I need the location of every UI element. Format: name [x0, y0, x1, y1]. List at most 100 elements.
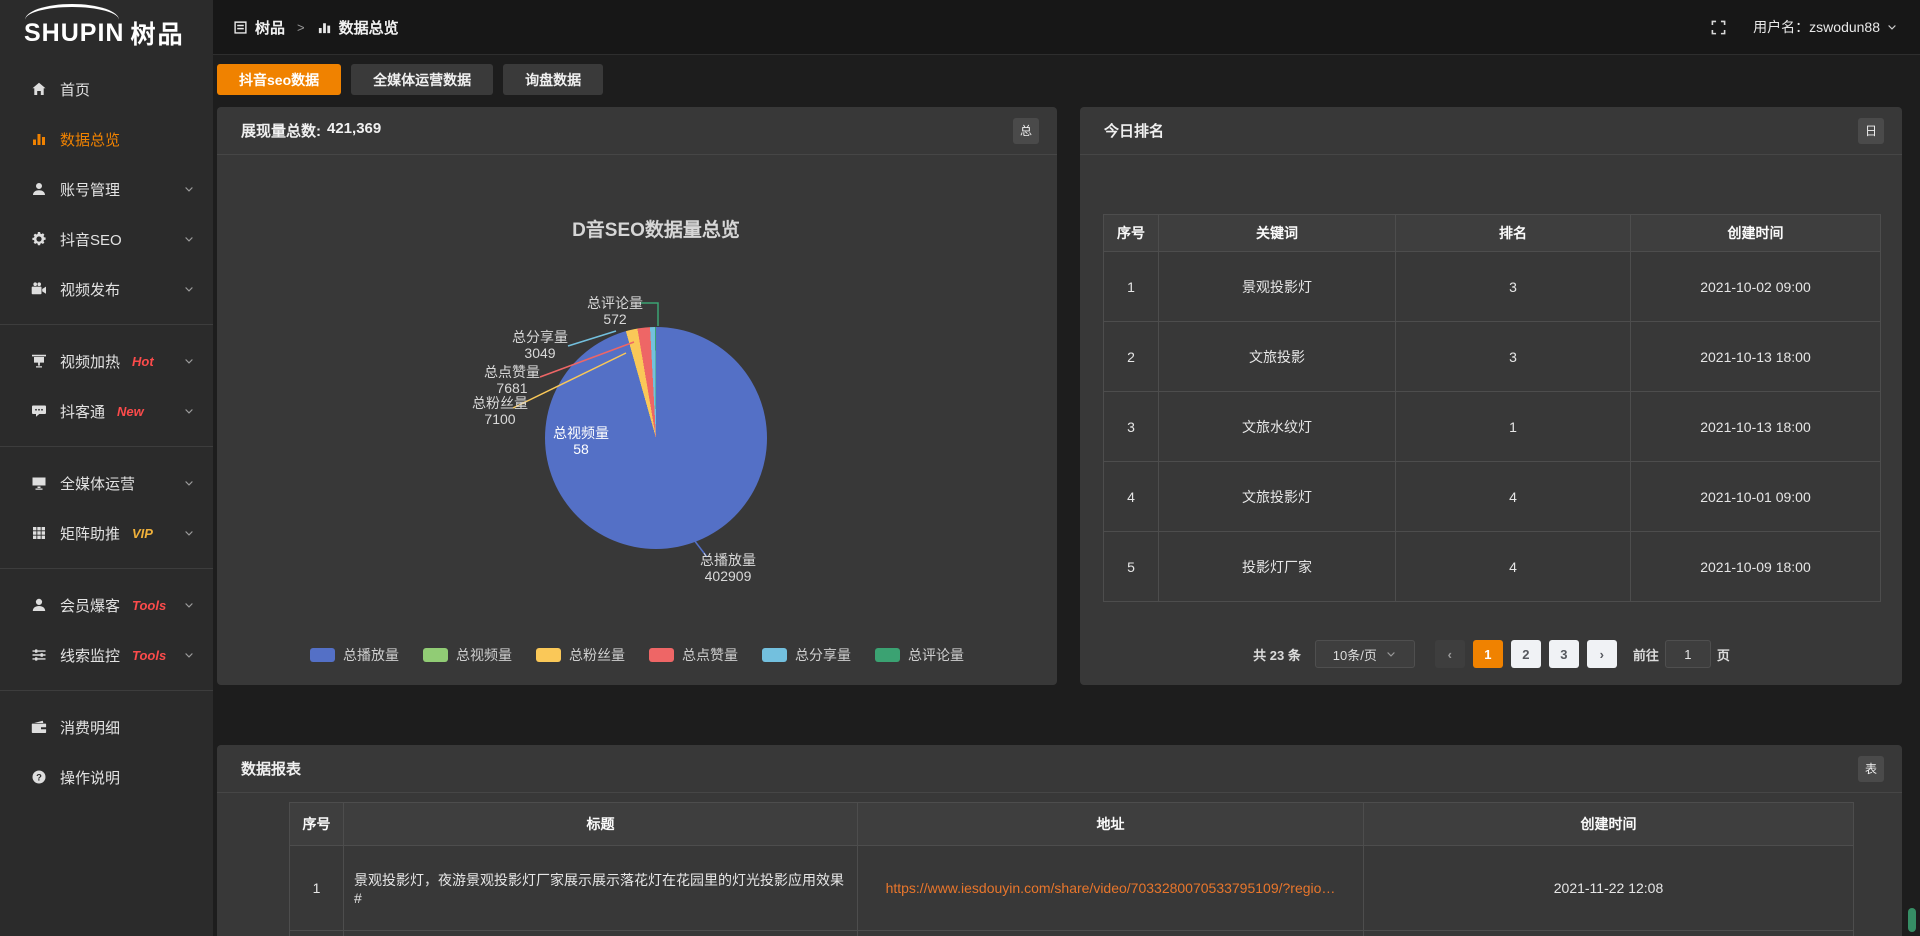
page-button-3[interactable]: 3	[1549, 640, 1579, 668]
legend-item-总播放量[interactable]: 总播放量	[310, 645, 399, 665]
table-cell: 2021-10-02 09:00	[1631, 252, 1881, 322]
table-cell: 2021-10-13 18:00	[1631, 322, 1881, 392]
legend-item-总分享量[interactable]: 总分享量	[762, 645, 851, 665]
column-header-关键词: 关键词	[1159, 215, 1396, 252]
table-cell: 2021-10-13 18:00	[1631, 392, 1881, 462]
chevron-down-icon	[183, 183, 195, 195]
logo-text-en: SHUPIN	[24, 19, 124, 48]
table-cell: 文旅水纹灯	[1159, 392, 1396, 462]
sidebar-badge-VIP: VIP	[132, 526, 153, 541]
chevron-down-icon	[1385, 648, 1397, 660]
sidebar-item-label: 数据总览	[60, 129, 120, 150]
sidebar-divider	[0, 690, 213, 691]
report-panel: 数据报表 表 序号标题地址创建时间1景观投影灯，夜游景观投影灯厂家展示展示落花灯…	[217, 745, 1902, 936]
column-header-序号: 序号	[1104, 215, 1159, 252]
column-header-排名: 排名	[1396, 215, 1631, 252]
table-cell: 4	[1396, 462, 1631, 532]
sidebar-item-消费明细[interactable]: 消费明细	[0, 702, 213, 752]
rank-table-row: 1景观投影灯32021-10-02 09:00	[1104, 252, 1881, 322]
rank-table-row: 3文旅水纹灯12021-10-13 18:00	[1104, 392, 1881, 462]
sidebar-item-视频加热[interactable]: 视频加热Hot	[0, 336, 213, 386]
wallet-icon	[30, 719, 47, 735]
sidebar-item-操作说明[interactable]: ?操作说明	[0, 752, 213, 802]
table-cell: 2	[1104, 322, 1159, 392]
rank-table-row: 5投影灯厂家42021-10-09 18:00	[1104, 532, 1881, 602]
legend-item-总粉丝量[interactable]: 总粉丝量	[536, 645, 625, 665]
table-cell: 1	[1396, 392, 1631, 462]
sidebar-item-label: 首页	[60, 79, 90, 100]
grid-icon	[30, 525, 47, 541]
overview-corner-button[interactable]: 总	[1013, 118, 1039, 144]
tab-抖音seo数据[interactable]: 抖音seo数据	[217, 64, 341, 95]
sidebar-item-label: 线索监控	[60, 645, 120, 666]
impressions-total-label: 展现量总数:	[241, 120, 321, 141]
home-icon	[30, 81, 47, 97]
sidebar-item-label: 抖音SEO	[60, 229, 122, 250]
report-table: 序号标题地址创建时间1景观投影灯，夜游景观投影灯厂家展示展示落花灯在花园里的灯光…	[289, 802, 1854, 936]
report-corner-button[interactable]: 表	[1858, 756, 1884, 782]
chevron-down-icon	[183, 283, 195, 295]
table-cell: 5	[1104, 532, 1159, 602]
sidebar-item-视频发布[interactable]: 视频发布	[0, 264, 213, 314]
legend-item-总评论量[interactable]: 总评论量	[875, 645, 964, 665]
chat-icon	[30, 403, 47, 419]
table-cell-time	[1364, 931, 1854, 936]
goto-label: 前往	[1633, 645, 1659, 664]
sidebar-item-数据总览[interactable]: 数据总览	[0, 114, 213, 164]
page-size-value: 10条/页	[1333, 645, 1377, 664]
sidebar-item-首页[interactable]: 首页	[0, 64, 213, 114]
sidebar-divider	[0, 568, 213, 569]
pie-label-videos: 总视频量 58	[531, 425, 631, 457]
prev-page-button[interactable]: ‹	[1435, 640, 1465, 668]
table-cell: 4	[1396, 532, 1631, 602]
next-page-button[interactable]: ›	[1587, 640, 1617, 668]
column-header-创建时间: 创建时间	[1631, 215, 1881, 252]
legend-item-总视频量[interactable]: 总视频量	[423, 645, 512, 665]
rank-pagination: 共 23 条10条/页‹123›前往页	[1103, 640, 1880, 668]
sidebar-item-矩阵助推[interactable]: 矩阵助推VIP	[0, 508, 213, 558]
legend-item-总点赞量[interactable]: 总点赞量	[649, 645, 738, 665]
column-header-地址: 地址	[858, 803, 1364, 846]
table-cell-index	[290, 931, 344, 936]
page-button-2[interactable]: 2	[1511, 640, 1541, 668]
sidebar-item-抖客通[interactable]: 抖客通New	[0, 386, 213, 436]
page-size-select[interactable]: 10条/页	[1315, 640, 1415, 668]
impressions-total-value: 421,369	[327, 120, 381, 141]
goto-page-input[interactable]	[1665, 640, 1711, 668]
svg-text:?: ?	[36, 772, 42, 783]
table-cell: 2021-10-01 09:00	[1631, 462, 1881, 532]
pie-legend: 总播放量 总视频量 总粉丝量 总点赞量 总分享量 总评论量	[217, 645, 1057, 665]
table-cell: 2021-10-09 18:00	[1631, 532, 1881, 602]
sliders-icon	[30, 647, 47, 663]
table-cell-time: 2021-11-22 12:08	[1364, 846, 1854, 931]
page-button-1[interactable]: 1	[1473, 640, 1503, 668]
sidebar-item-账号管理[interactable]: 账号管理	[0, 164, 213, 214]
scrollbar-thumb[interactable]	[1908, 908, 1916, 932]
tab-询盘数据[interactable]: 询盘数据	[503, 64, 603, 95]
bar-chart-icon	[317, 20, 332, 35]
user-menu[interactable]: 用户名： zswodun88	[1753, 17, 1898, 37]
sidebar-item-抖音SEO[interactable]: 抖音SEO	[0, 214, 213, 264]
rank-table-row: 2文旅投影32021-10-13 18:00	[1104, 322, 1881, 392]
sidebar-item-全媒体运营[interactable]: 全媒体运营	[0, 458, 213, 508]
breadcrumb-app[interactable]: 树品	[233, 17, 285, 38]
chevron-down-icon	[1886, 21, 1898, 33]
tab-bar: 抖音seo数据全媒体运营数据询盘数据	[217, 64, 613, 95]
table-cell-title	[344, 931, 858, 936]
monitor-icon	[30, 475, 47, 491]
video-link[interactable]: https://www.iesdouyin.com/share/video/70…	[886, 880, 1336, 896]
legend-swatch	[762, 648, 787, 662]
sidebar-item-label: 账号管理	[60, 179, 120, 200]
report-table-row	[290, 931, 1854, 936]
breadcrumb-page[interactable]: 数据总览	[317, 17, 399, 38]
sidebar-divider	[0, 446, 213, 447]
user-name: zswodun88	[1809, 19, 1880, 35]
fullscreen-icon[interactable]	[1710, 19, 1727, 36]
topbar: 树品 > 数据总览 用户名： zswodun88	[213, 0, 1920, 55]
sidebar-badge-New: New	[117, 404, 144, 419]
sidebar-item-label: 会员爆客	[60, 595, 120, 616]
sidebar-item-会员爆客[interactable]: 会员爆客Tools	[0, 580, 213, 630]
sidebar-item-线索监控[interactable]: 线索监控Tools	[0, 630, 213, 680]
tab-全媒体运营数据[interactable]: 全媒体运营数据	[351, 64, 493, 95]
rank-corner-button[interactable]: 日	[1858, 118, 1884, 144]
